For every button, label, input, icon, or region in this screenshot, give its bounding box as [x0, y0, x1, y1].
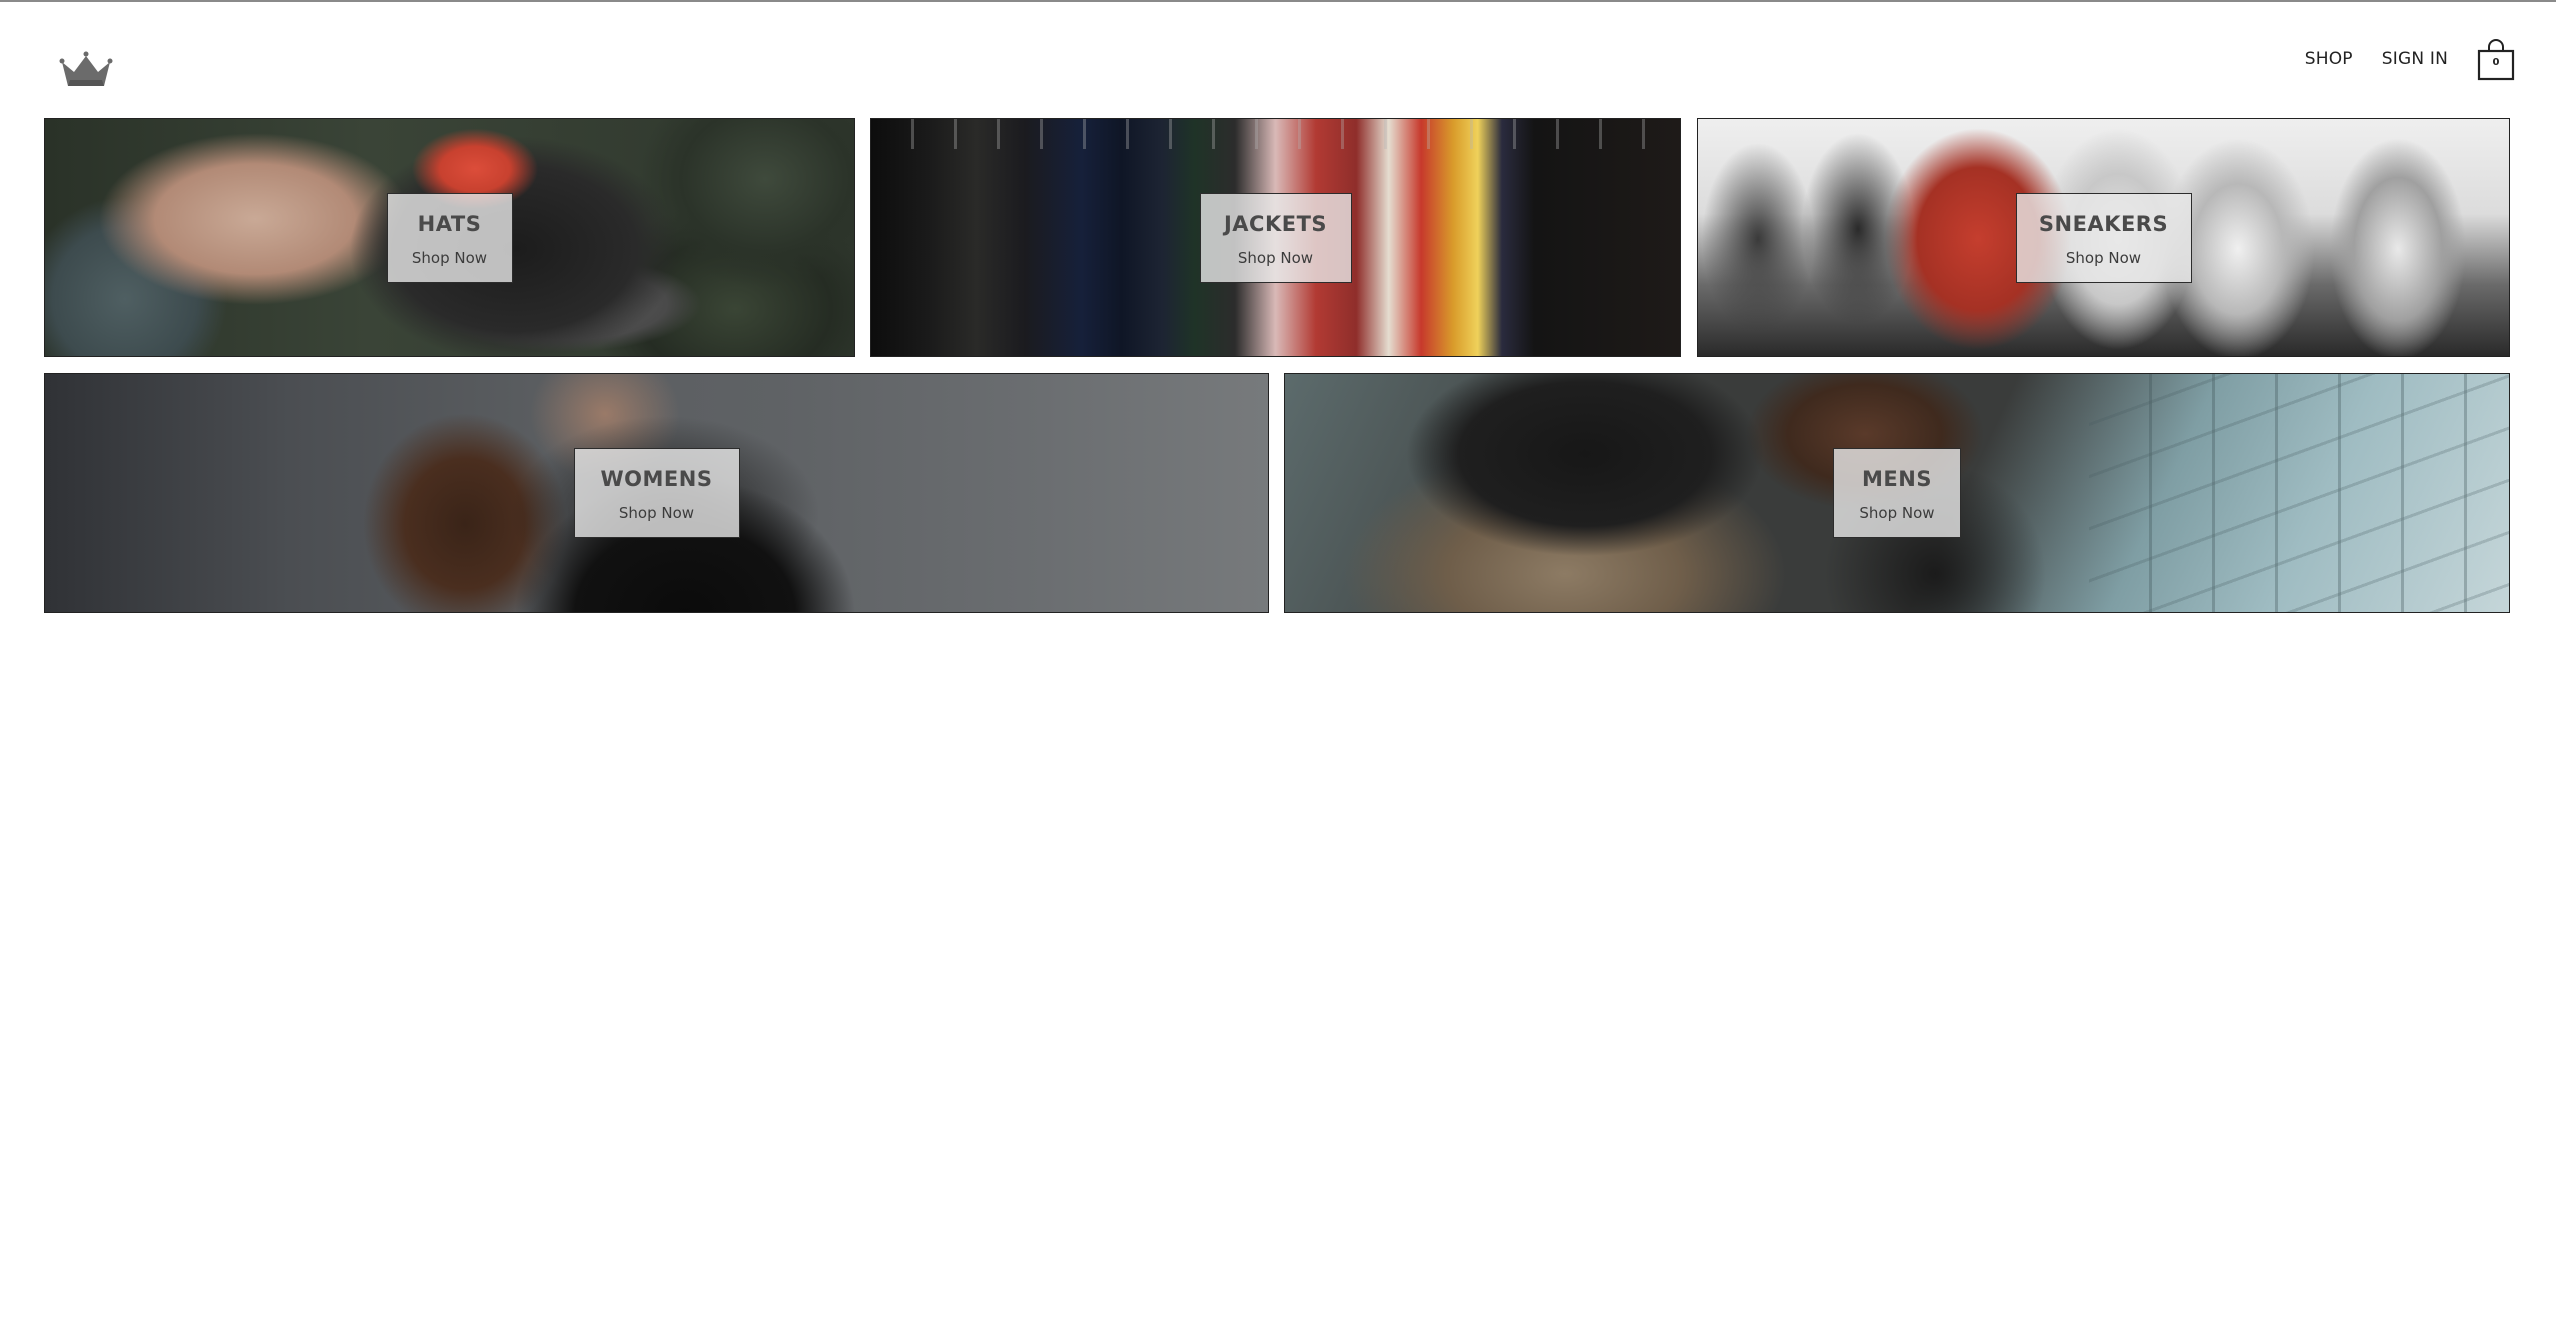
category-tile-mens[interactable]: MENS Shop Now	[1284, 373, 2510, 613]
category-title: MENS	[1862, 467, 1932, 491]
category-label-box[interactable]: SNEAKERS Shop Now	[2015, 192, 2192, 283]
header-nav: SHOP SIGN IN 0	[2305, 34, 2516, 84]
category-title: WOMENS	[600, 467, 713, 491]
category-tile-jackets[interactable]: JACKETS Shop Now	[870, 118, 1681, 357]
nav-shop-link[interactable]: SHOP	[2305, 49, 2353, 69]
category-title: SNEAKERS	[2038, 211, 2169, 236]
cart-button[interactable]: 0	[2476, 37, 2516, 81]
category-tile-womens[interactable]: WOMENS Shop Now	[44, 373, 1269, 613]
category-title: JACKETS	[1223, 211, 1328, 236]
category-label-box[interactable]: HATS Shop Now	[386, 192, 513, 283]
category-tile-hats[interactable]: HATS Shop Now	[44, 118, 855, 357]
shop-now-label: Shop Now	[618, 504, 695, 522]
category-tile-sneakers[interactable]: SNEAKERS Shop Now	[1697, 118, 2510, 357]
page: SHOP SIGN IN 0 HATS Shop Now JACKETS Sho…	[0, 0, 2556, 1326]
shop-now-label: Shop Now	[411, 248, 488, 267]
crown-logo-icon[interactable]	[58, 46, 114, 90]
category-label-box[interactable]: JACKETS Shop Now	[1199, 192, 1352, 283]
cart-item-count: 0	[2492, 57, 2500, 68]
shop-now-label: Shop Now	[1859, 504, 1935, 522]
category-label-box[interactable]: MENS Shop Now	[1833, 448, 1961, 538]
shop-now-label: Shop Now	[2065, 248, 2142, 267]
header: SHOP SIGN IN 0	[0, 2, 2556, 114]
nav-signin-link[interactable]: SIGN IN	[2382, 49, 2448, 69]
category-label-box[interactable]: WOMENS Shop Now	[573, 448, 740, 538]
shop-now-label: Shop Now	[1237, 248, 1314, 267]
category-title: HATS	[417, 211, 482, 236]
building-windows-decoration	[2089, 374, 2509, 612]
hangers-decoration	[871, 119, 1680, 149]
